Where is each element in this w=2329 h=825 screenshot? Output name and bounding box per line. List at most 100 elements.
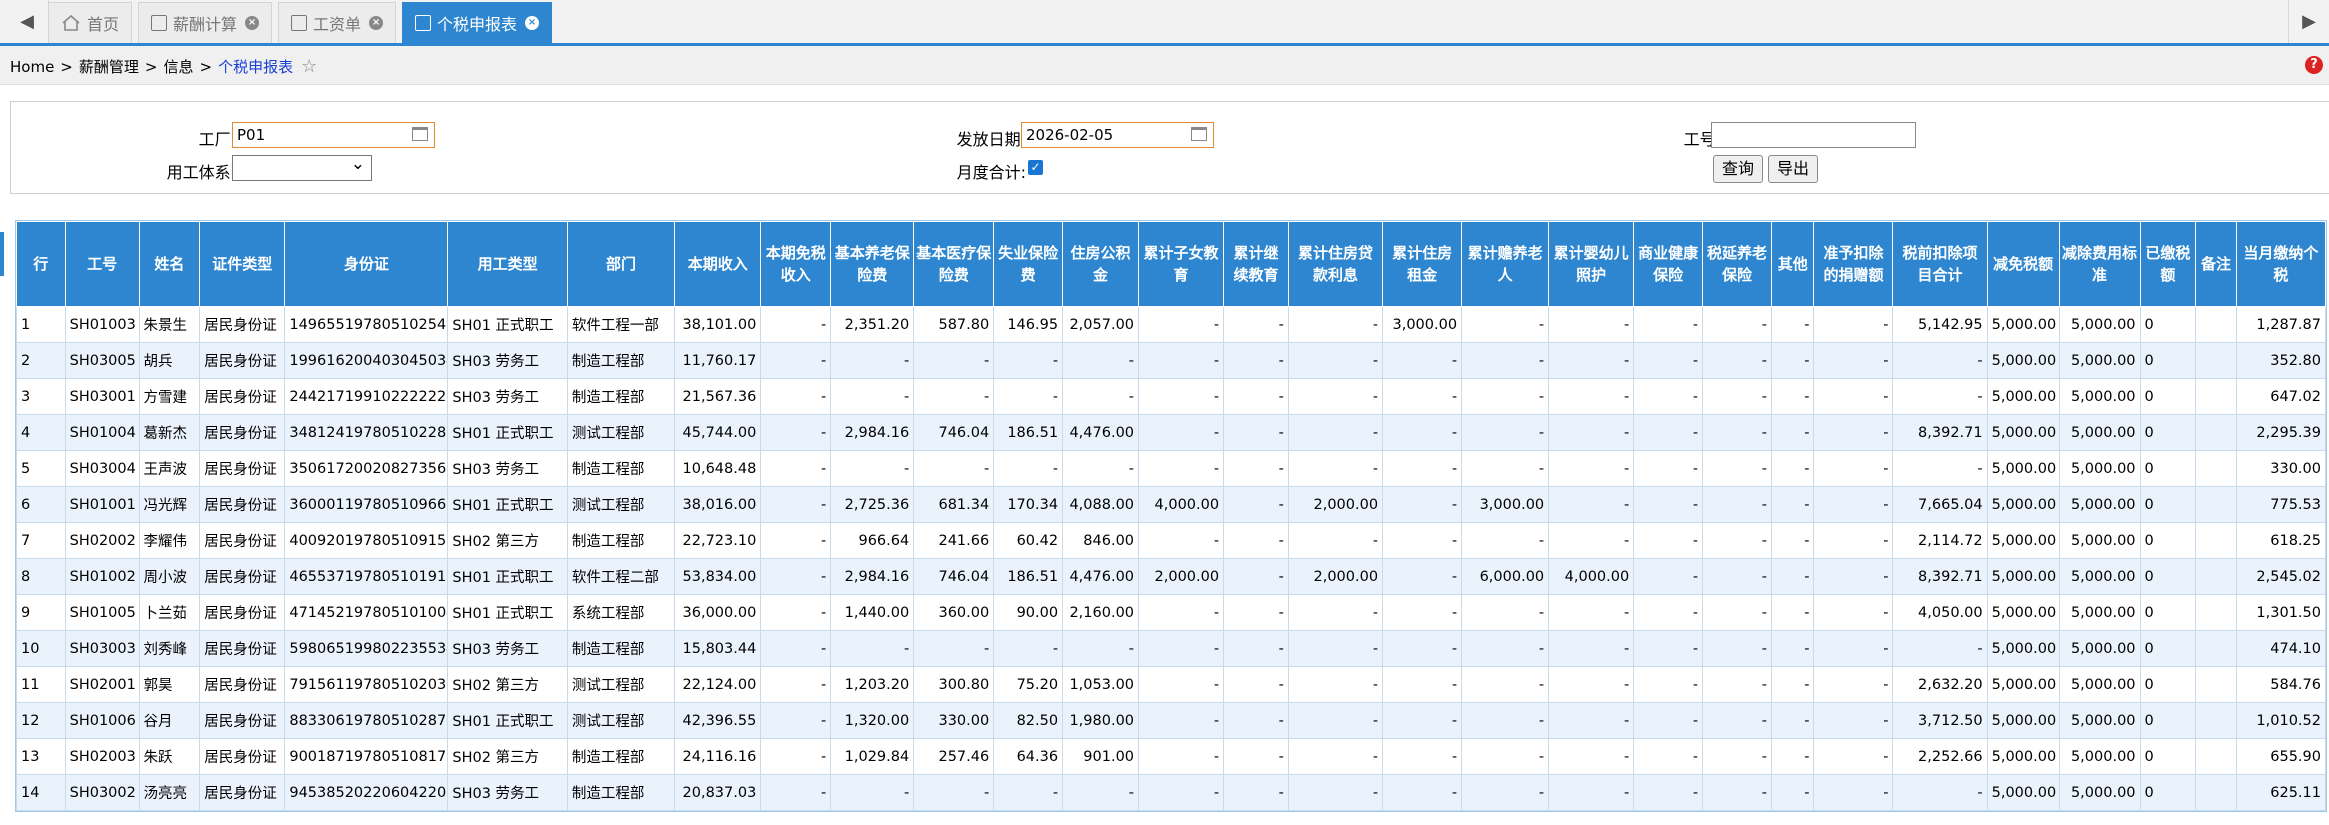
table-cell: 45,744.00 (674, 414, 762, 451)
breadcrumb-level2[interactable]: 信息 (163, 56, 193, 77)
column-header[interactable]: 身份证 (284, 221, 449, 307)
column-header[interactable]: 失业保险费 (993, 221, 1064, 307)
table-row[interactable]: 8 SH01002 周小波 居民身份证 465537197805101919 SH01 正… (16, 558, 2327, 595)
table-row[interactable]: 10 SH03003 刘秀峰 居民身份证 598065199802235534 SH03 … (16, 630, 2327, 667)
column-header[interactable]: 累计婴幼儿照护 (1548, 221, 1635, 307)
table-row[interactable]: 9 SH01005 卜兰茹 居民身份证 471452197805101004 SH01 正… (16, 594, 2327, 631)
column-header[interactable]: 工号 (64, 221, 140, 307)
system-label: 用工体系: (166, 163, 236, 182)
column-header[interactable]: 部门 (566, 221, 676, 307)
scroll-left-button[interactable]: ◀ (6, 0, 49, 43)
table-cell: - (1461, 306, 1550, 343)
column-header[interactable]: 本期免税收入 (760, 221, 832, 307)
table-row[interactable]: 4 SH01004 葛新杰 居民身份证 348124197805102282 SH01 正… (16, 414, 2327, 451)
monthly-checkbox[interactable]: ✓ (1028, 160, 1043, 175)
table-cell: 360001197805109666 (284, 486, 449, 523)
table-cell: 测试工程部 (566, 486, 676, 523)
table-cell: 1,203.20 (830, 666, 915, 703)
empno-input[interactable] (1711, 122, 1916, 148)
table-row[interactable]: 6 SH01001 冯光辉 居民身份证 360001197805109666 SH01 正… (16, 486, 2327, 523)
table-cell (2195, 522, 2237, 559)
table-row[interactable]: 12 SH01006 谷月 居民身份证 883306197805102870 SH01 正… (16, 702, 2327, 739)
column-header[interactable]: 行 (16, 221, 66, 307)
column-header[interactable]: 住房公积金 (1062, 221, 1140, 307)
column-header[interactable]: 用工类型 (447, 221, 568, 307)
table-cell: - (1548, 630, 1635, 667)
table-cell: - (1287, 702, 1384, 739)
table-row[interactable]: 14 SH03002 汤亮亮 居民身份证 945385202206042209 SH03 … (16, 774, 2327, 811)
table-cell: - (1062, 630, 1140, 667)
table-cell: 5,000.00 (1986, 774, 2060, 811)
calendar-icon[interactable] (412, 127, 428, 141)
table-cell: 0 (2139, 774, 2197, 811)
table-row[interactable]: 3 SH03001 方雪建 居民身份证 244217199102222226 SH03 劳… (16, 378, 2327, 415)
help-icon[interactable]: ? (2305, 56, 2323, 74)
table-row[interactable]: 13 SH02003 朱跃 居民身份证 900187197805108171 SH02 第… (16, 738, 2327, 775)
column-header[interactable]: 累计赡养老人 (1461, 221, 1550, 307)
system-select[interactable] (232, 154, 372, 181)
export-button[interactable]: 导出 (1768, 155, 1818, 183)
scroll-right-button[interactable]: ▶ (2288, 0, 2329, 43)
tab-home[interactable]: 首页 (48, 2, 133, 43)
column-header[interactable]: 商业健康保险 (1633, 221, 1704, 307)
calendar-icon[interactable] (1191, 127, 1207, 141)
date-input[interactable]: 2026-02-05 (1021, 122, 1214, 148)
table-cell: 刘秀峰 (138, 630, 201, 667)
column-header[interactable]: 累计住房贷款利息 (1287, 221, 1384, 307)
table-cell: 7 (16, 522, 66, 559)
column-header[interactable]: 累计子女教育 (1138, 221, 1225, 307)
table-cell: - (1548, 342, 1635, 379)
column-header[interactable]: 累计住房租金 (1382, 221, 1463, 307)
tab-salary-calc[interactable]: 薪酬计算 × (138, 2, 273, 43)
table-cell: - (1633, 486, 1704, 523)
table-cell: 0 (2139, 666, 2197, 703)
column-header[interactable]: 基本养老保险费 (830, 221, 915, 307)
breadcrumb-current[interactable]: 个税申报表 (218, 56, 293, 77)
column-header[interactable]: 减免税额 (1986, 221, 2060, 307)
table-cell: SH03004 (64, 450, 140, 487)
column-header[interactable]: 当月缴纳个税 (2235, 221, 2327, 307)
breadcrumb-level1[interactable]: 薪酬管理 (79, 56, 139, 77)
column-header[interactable]: 备注 (2195, 221, 2237, 307)
table-row[interactable]: 11 SH02001 郭昊 居民身份证 791561197805102032 SH02 第… (16, 666, 2327, 703)
column-header[interactable]: 基本医疗保险费 (913, 221, 995, 307)
table-cell (2195, 558, 2237, 595)
table-cell: SH03003 (64, 630, 140, 667)
column-header[interactable]: 减除费用标准 (2058, 221, 2141, 307)
close-icon[interactable]: × (245, 16, 260, 30)
star-icon[interactable]: ☆ (301, 56, 317, 77)
table-cell: - (1770, 630, 1815, 667)
table-cell: 14 (16, 774, 66, 811)
close-icon[interactable]: × (369, 16, 384, 30)
close-icon[interactable]: × (525, 16, 540, 30)
factory-input[interactable]: P01 (232, 122, 435, 148)
table-cell: 0 (2139, 306, 2197, 343)
table-row[interactable]: 5 SH03004 王声波 居民身份证 350617200208273560 SH03 劳… (16, 450, 2327, 487)
column-header[interactable]: 其他 (1770, 221, 1815, 307)
column-header[interactable]: 本期收入 (674, 221, 762, 307)
tab-tax-report[interactable]: 个税申报表 × (402, 2, 553, 43)
table-row[interactable]: 2 SH03005 胡兵 居民身份证 199616200403045034 SH03 劳务… (16, 342, 2327, 379)
table-cell: - (760, 702, 832, 739)
column-header[interactable]: 税延养老保险 (1702, 221, 1772, 307)
table-cell: - (1548, 486, 1635, 523)
tab-label: 工资单 (313, 15, 362, 34)
tab-payslip[interactable]: 工资单 × (278, 2, 397, 43)
table-row[interactable]: 7 SH02002 李耀伟 居民身份证 400920197805109155 SH02 第… (16, 522, 2327, 559)
column-header[interactable]: 姓名 (138, 221, 201, 307)
column-header[interactable]: 已缴税额 (2139, 221, 2197, 307)
table-cell: - (760, 378, 832, 415)
table-cell: SH03 劳务工 (447, 630, 568, 667)
column-header[interactable]: 累计继续教育 (1223, 221, 1289, 307)
column-header[interactable]: 证件类型 (199, 221, 286, 307)
column-header[interactable]: 税前扣除项目合计 (1892, 221, 1988, 307)
table-cell: 4,000.00 (1548, 558, 1635, 595)
table-cell: 居民身份证 (199, 378, 286, 415)
column-header[interactable]: 准予扣除的捐赠额 (1813, 221, 1894, 307)
table-cell: - (993, 342, 1064, 379)
table-row[interactable]: 1 SH01003 朱景生 居民身份证 149655197805102548 SH01 正… (16, 306, 2327, 343)
table-cell: 5,000.00 (1986, 450, 2060, 487)
table-cell: 5,000.00 (2058, 666, 2141, 703)
query-button[interactable]: 查询 (1713, 155, 1763, 183)
breadcrumb-home[interactable]: Home (10, 58, 54, 76)
